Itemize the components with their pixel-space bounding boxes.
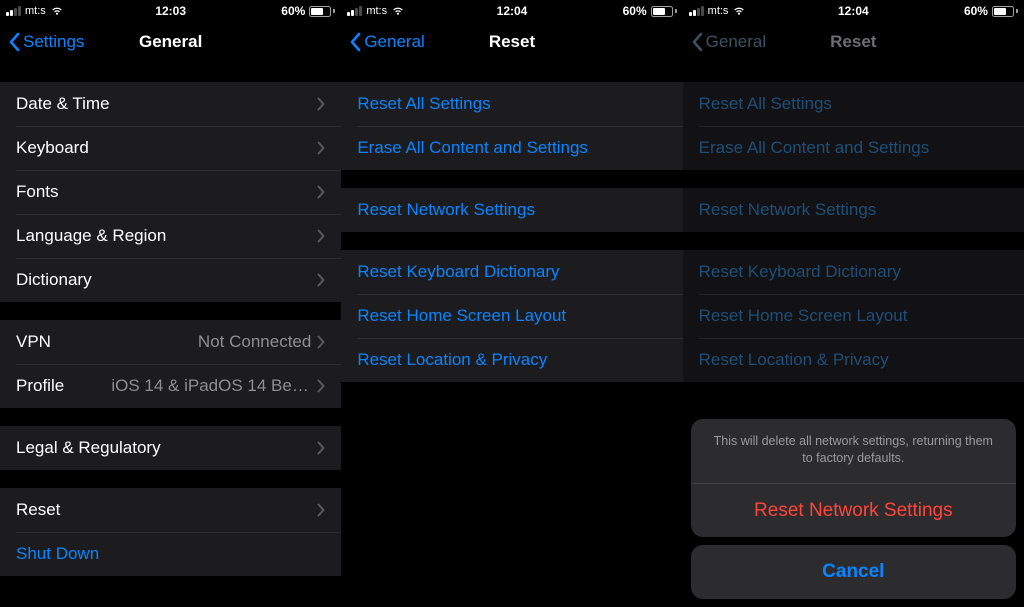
pane-reset-confirm: mt:s 12:04 60% General Reset Reset All S… [683, 0, 1024, 607]
cell-label: Reset [16, 500, 317, 520]
action-sheet-destructive-button[interactable]: Reset Network Settings [691, 483, 1016, 537]
cell-detail: Not Connected [198, 332, 311, 352]
settings-cell: Reset All Settings [683, 82, 1024, 126]
cell-label: Reset Home Screen Layout [699, 306, 1008, 326]
wifi-icon [50, 6, 64, 16]
settings-cell[interactable]: Reset All Settings [341, 82, 682, 126]
signal-icon [6, 6, 21, 16]
battery-icon [309, 6, 335, 17]
settings-cell: Erase All Content and Settings [683, 126, 1024, 170]
chevron-right-icon [317, 379, 325, 393]
cell-label: Reset Keyboard Dictionary [357, 262, 666, 282]
settings-cell[interactable]: Shut Down [0, 532, 341, 576]
carrier-label: mt:s [25, 5, 46, 17]
chevron-right-icon [317, 441, 325, 455]
pane-general: mt:s 12:03 60% Settings General Date & T… [0, 0, 341, 607]
status-bar: mt:s 12:03 60% [0, 0, 341, 20]
chevron-left-icon [691, 32, 703, 52]
settings-cell: Reset Location & Privacy [683, 338, 1024, 382]
settings-cell: Reset Home Screen Layout [683, 294, 1024, 338]
cell-label: Erase All Content and Settings [357, 138, 666, 158]
pane-reset: mt:s 12:04 60% General Reset Reset All S… [341, 0, 682, 607]
cell-label: Reset Keyboard Dictionary [699, 262, 1008, 282]
cell-label: Keyboard [16, 138, 317, 158]
settings-cell[interactable]: VPNNot Connected [0, 320, 341, 364]
settings-list: Reset All Settings Erase All Content and … [341, 82, 682, 382]
settings-cell[interactable]: Reset Network Settings [341, 188, 682, 232]
back-label: General [364, 32, 424, 52]
cell-label: Reset All Settings [357, 94, 666, 114]
back-label: General [706, 32, 766, 52]
wifi-icon [732, 6, 746, 16]
settings-cell[interactable]: ProfileiOS 14 & iPadOS 14 Beta Softwar… [0, 364, 341, 408]
chevron-right-icon [317, 97, 325, 111]
settings-cell[interactable]: Date & Time [0, 82, 341, 126]
cell-detail: iOS 14 & iPadOS 14 Beta Softwar… [111, 376, 311, 396]
cell-label: VPN [16, 332, 198, 352]
cell-label: Reset Network Settings [699, 200, 1008, 220]
cell-label: Language & Region [16, 226, 317, 246]
action-sheet-message: This will delete all network settings, r… [691, 419, 1016, 483]
cell-label: Reset Location & Privacy [699, 350, 1008, 370]
chevron-right-icon [317, 335, 325, 349]
action-sheet: This will delete all network settings, r… [691, 419, 1016, 599]
status-bar: mt:s 12:04 60% [683, 0, 1024, 20]
cell-label: Fonts [16, 182, 317, 202]
back-button: General [691, 32, 766, 52]
nav-bar: General Reset [683, 20, 1024, 64]
battery-pct: 60% [964, 4, 988, 18]
cell-label: Date & Time [16, 94, 317, 114]
chevron-right-icon [317, 273, 325, 287]
chevron-right-icon [317, 141, 325, 155]
settings-cell: Reset Keyboard Dictionary [683, 250, 1024, 294]
nav-bar: General Reset [341, 20, 682, 64]
carrier-label: mt:s [708, 5, 729, 17]
settings-cell[interactable]: Keyboard [0, 126, 341, 170]
status-bar: mt:s 12:04 60% [341, 0, 682, 20]
cell-label: Shut Down [16, 544, 325, 564]
carrier-label: mt:s [366, 5, 387, 17]
chevron-right-icon [317, 185, 325, 199]
settings-cell: Reset Network Settings [683, 188, 1024, 232]
battery-icon [651, 6, 677, 17]
cell-label: Reset Home Screen Layout [357, 306, 666, 326]
settings-list: Date & Time Keyboard Fonts Language & Regio… [0, 82, 341, 576]
settings-cell[interactable]: Reset [0, 488, 341, 532]
settings-cell[interactable]: Legal & Regulatory [0, 426, 341, 470]
settings-cell[interactable]: Erase All Content and Settings [341, 126, 682, 170]
chevron-left-icon [349, 32, 361, 52]
back-button[interactable]: General [349, 32, 424, 52]
cell-label: Erase All Content and Settings [699, 138, 1008, 158]
signal-icon [689, 6, 704, 16]
back-button[interactable]: Settings [8, 32, 84, 52]
chevron-right-icon [317, 229, 325, 243]
nav-bar: Settings General [0, 20, 341, 64]
cell-label: Reset Location & Privacy [357, 350, 666, 370]
settings-list: Reset All Settings Erase All Content and … [683, 82, 1024, 382]
wifi-icon [391, 6, 405, 16]
signal-icon [347, 6, 362, 16]
settings-cell[interactable]: Dictionary [0, 258, 341, 302]
chevron-right-icon [317, 503, 325, 517]
cell-label: Legal & Regulatory [16, 438, 317, 458]
battery-pct: 60% [281, 4, 305, 18]
settings-cell[interactable]: Language & Region [0, 214, 341, 258]
cell-label: Reset Network Settings [357, 200, 666, 220]
back-label: Settings [23, 32, 84, 52]
cell-label: Profile [16, 376, 111, 396]
cell-label: Reset All Settings [699, 94, 1008, 114]
chevron-left-icon [8, 32, 20, 52]
settings-cell[interactable]: Reset Location & Privacy [341, 338, 682, 382]
battery-icon [992, 6, 1018, 17]
settings-cell[interactable]: Reset Keyboard Dictionary [341, 250, 682, 294]
settings-cell[interactable]: Fonts [0, 170, 341, 214]
action-sheet-cancel-button[interactable]: Cancel [691, 545, 1016, 599]
cell-label: Dictionary [16, 270, 317, 290]
settings-cell[interactable]: Reset Home Screen Layout [341, 294, 682, 338]
battery-pct: 60% [623, 4, 647, 18]
